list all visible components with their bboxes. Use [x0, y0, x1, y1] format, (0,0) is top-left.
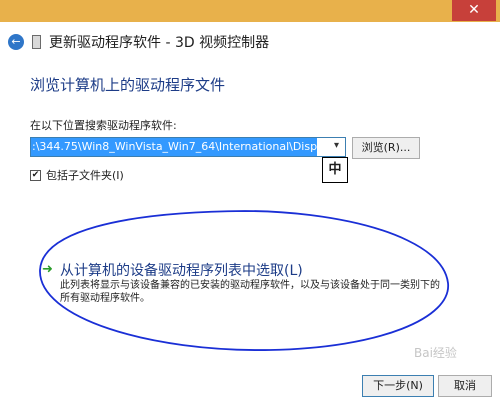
pick-from-list-description: 此列表将显示与该设备兼容的已安装的驱动程序软件，以及与该设备处于同一类别下的所有… — [60, 280, 440, 304]
green-arrow-icon: ➜ — [42, 262, 53, 277]
next-button[interactable]: 下一步(N) — [362, 375, 434, 397]
pick-from-list-link[interactable]: 从计算机的设备驱动程序列表中选取(L) — [60, 260, 303, 280]
cancel-button[interactable]: 取消 — [438, 375, 492, 397]
annotation-ellipse — [39, 210, 449, 351]
